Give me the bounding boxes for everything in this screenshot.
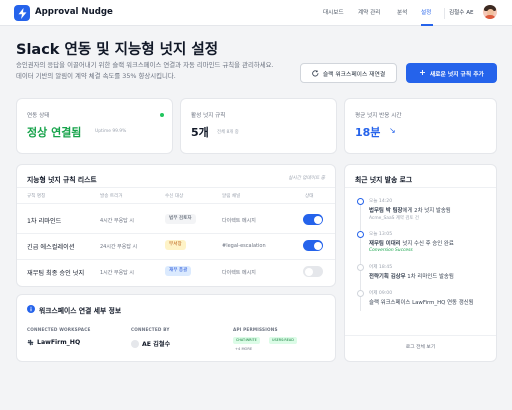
rule-trigger: 24시간 무응답 시 — [100, 244, 138, 250]
workspace-name: LawFirm_HQ — [37, 339, 81, 346]
stat-value: 정상 연결됨 — [27, 126, 82, 139]
stat-subtext: 전체 8개 중 — [217, 130, 239, 135]
column-header: 알림 채널 — [222, 194, 241, 199]
target-tag: 법무 검토자 — [165, 214, 196, 224]
top-navigation-bar: Approval Nudge 대시보드 계약 관리 분석 설정 김철수 AE — [0, 0, 512, 26]
log-time: 오늘 14:20 — [369, 199, 393, 204]
status-indicator-dot — [160, 113, 164, 117]
trend-down-icon: ↘ — [389, 126, 396, 135]
rule-trigger: 4시간 무응답 시 — [100, 218, 134, 224]
rule-name: 긴급 에스컬레이션 — [27, 244, 75, 251]
stat-card-avg-response-time: 평균 넛지 반응 시간 18분 ↘ — [344, 98, 497, 154]
log-text: 법무팀 박 팀장에게 2차 넛지 발송됨 — [369, 208, 451, 214]
page-title: Slack 연동 및 지능형 넛지 설정 — [16, 42, 219, 58]
nav-divider — [444, 8, 445, 19]
plus-icon: + — [419, 68, 426, 77]
section-title: 최근 넛지 발송 로그 — [355, 176, 413, 184]
stat-subtext: Uptime 99.9% — [95, 129, 127, 134]
log-time: 어제 18:45 — [369, 265, 393, 270]
add-nudge-rule-button[interactable]: + 새로운 넛지 규칙 추가 — [406, 63, 497, 83]
avatar[interactable] — [483, 5, 497, 19]
stat-label: 활성 넛지 규칙 — [191, 113, 226, 119]
timeline-dot — [357, 264, 364, 271]
table-row[interactable]: 긴급 에스컬레이션 24시간 무응답 시 부서장 #legal-escalati… — [17, 234, 331, 259]
rule-trigger: 1시간 무응답 시 — [100, 270, 134, 276]
rule-toggle[interactable] — [303, 214, 323, 225]
refresh-icon — [312, 69, 319, 76]
add-rule-button-label: 새로운 넛지 규칙 추가 — [429, 71, 484, 78]
stat-card-active-rules: 활성 넛지 규칙 5개 전체 8개 중 — [180, 98, 337, 154]
table-row[interactable]: 1차 리마인드 4시간 무응답 시 법무 검토자 다이렉트 메시지 — [17, 208, 331, 233]
timeline-dot — [357, 290, 364, 297]
user-avatar-icon — [131, 339, 139, 348]
nav-contract-management[interactable]: 계약 관리 — [358, 8, 380, 16]
target-tag: 부서장 — [165, 240, 186, 250]
detail-label: API PERMISSIONS — [233, 327, 278, 332]
reconnect-button-label: 슬랙 워크스페이스 재연결 — [322, 71, 386, 78]
info-icon — [27, 305, 35, 313]
log-time: 오늘 13:05 — [369, 232, 393, 237]
nudge-log-card: 최근 넛지 발송 로그 오늘 14:20 법무팀 박 팀장에게 2차 넛지 발송… — [344, 164, 497, 362]
slack-icon — [27, 339, 34, 346]
rule-channel: 다이렉트 메시지 — [222, 270, 256, 276]
target-tag: 재무 총괄 — [165, 266, 192, 276]
permission-chip: USERS:READ — [269, 337, 297, 344]
stat-value: 5개 — [191, 126, 209, 139]
view-all-logs-link[interactable]: 로그 전체 보기 — [345, 343, 496, 350]
stat-label: 연동 상태 — [27, 113, 50, 119]
section-title: 워크스페이스 연결 세부 정보 — [39, 307, 122, 315]
nav-dashboard[interactable]: 대시보드 — [323, 8, 344, 16]
stat-label: 평균 넛지 반응 시간 — [355, 113, 402, 119]
nudge-rules-card: 지능형 넛지 규칙 리스트 실시간 업데이트 중 규칙 명칭 발송 트리거 수신… — [16, 164, 336, 287]
rule-channel: 다이렉트 메시지 — [222, 218, 256, 224]
reconnect-workspace-button[interactable]: 슬랙 워크스페이스 재연결 — [300, 63, 397, 83]
user-name[interactable]: 김철수 AE — [449, 8, 474, 16]
lightning-icon — [18, 7, 26, 19]
log-subtext: Acme_SaaS 계약 검토 건 — [369, 216, 419, 221]
rule-toggle[interactable] — [303, 266, 323, 277]
timeline-dot — [357, 198, 364, 205]
timeline-dot — [357, 231, 364, 238]
table-row[interactable]: 재무팀 최종 승인 넛지 1시간 무응답 시 재무 총괄 다이렉트 메시지 — [17, 260, 331, 285]
detail-value: LawFirm_HQ — [27, 339, 80, 346]
detail-label: CONNECTED WORKSPACE — [27, 327, 91, 332]
app-logo[interactable] — [14, 5, 30, 21]
stat-value: 18분 — [355, 126, 381, 139]
connected-by-name: AE 김철수 — [142, 341, 171, 348]
column-header: 수신 대상 — [165, 194, 184, 199]
log-time: 어제 09:00 — [369, 291, 393, 296]
permission-chip: CHAT:WRITE — [233, 337, 260, 344]
column-header: 규칙 명칭 — [27, 194, 46, 199]
log-status: Conversion Success — [369, 248, 413, 253]
active-nav-indicator — [421, 24, 433, 26]
column-header: 발송 트리거 — [100, 194, 123, 199]
log-text: 전략기획 김상무 1차 리마인드 발송됨 — [369, 274, 454, 280]
rule-name: 1차 리마인드 — [27, 218, 62, 225]
rule-name: 재무팀 최종 승인 넛지 — [27, 270, 85, 277]
detail-label: CONNECTED BY — [131, 327, 170, 332]
app-title: Approval Nudge — [35, 7, 113, 17]
nav-analytics[interactable]: 분석 — [397, 8, 407, 16]
section-title: 지능형 넛지 규칙 리스트 — [27, 176, 97, 184]
workspace-connection-card: 워크스페이스 연결 세부 정보 CONNECTED WORKSPACE LawF… — [16, 294, 336, 362]
nav-settings[interactable]: 설정 — [421, 8, 431, 16]
rule-toggle[interactable] — [303, 240, 323, 251]
live-update-label: 실시간 업데이트 중 — [288, 176, 325, 181]
log-text: 슬랙 워크스페이스 LawFirm_HQ 연동 갱신됨 — [369, 300, 474, 306]
page-description: 승인권자의 응답을 이끌어내기 위한 슬랙 워크스페이스 연결과 자동 리마인드… — [16, 61, 274, 80]
detail-value: AE 김철수 — [131, 339, 170, 348]
column-header: 상태 — [305, 194, 314, 199]
rule-channel: #legal-escalation — [222, 243, 266, 249]
permissions-more-link[interactable]: +4 MORE — [235, 347, 252, 351]
log-text: 재무팀 이대리 넛지 수신 후 승인 완료 — [369, 241, 454, 247]
stat-card-connection-status: 연동 상태 정상 연결됨 Uptime 99.9% — [16, 98, 173, 154]
